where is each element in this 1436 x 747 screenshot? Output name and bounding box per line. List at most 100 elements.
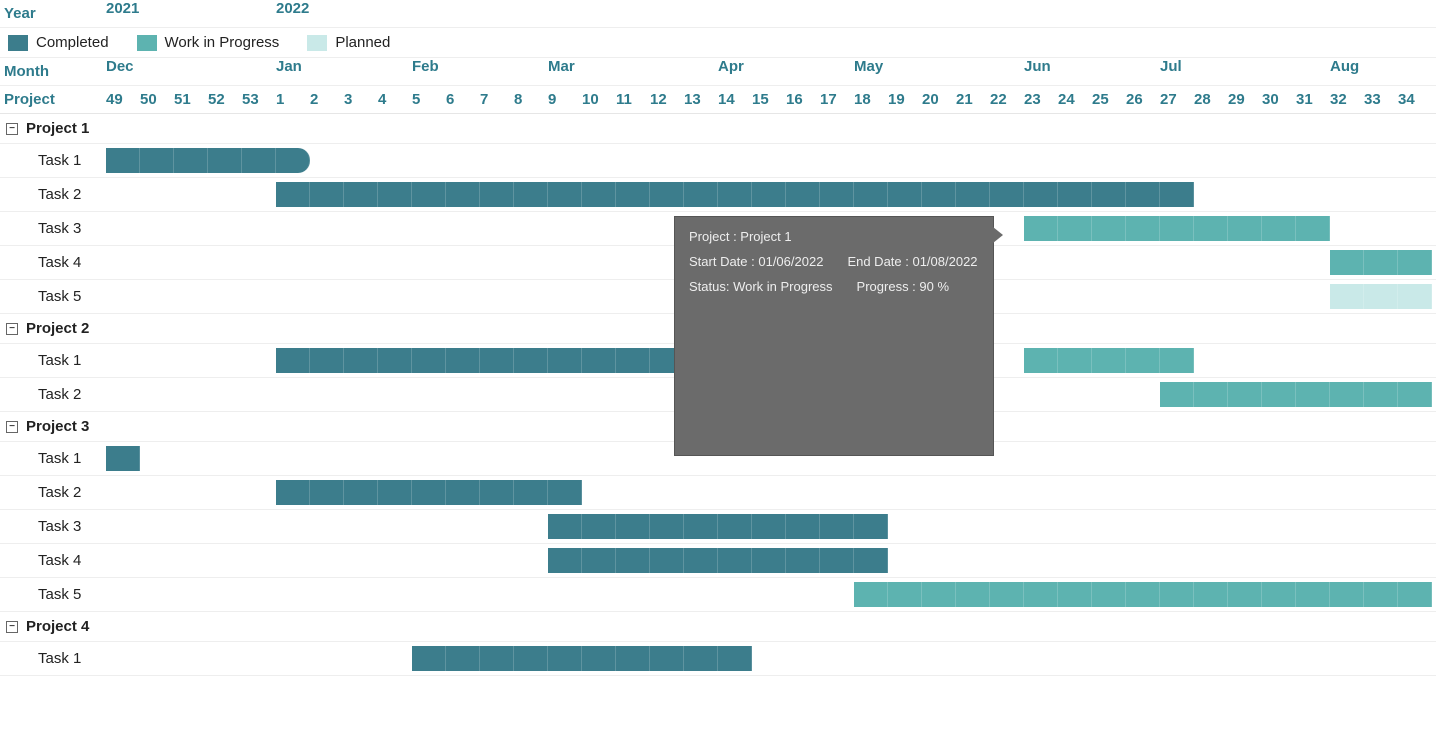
week-number: 10 xyxy=(582,91,616,108)
bar-ticks xyxy=(548,548,887,573)
task-row: Task 3 xyxy=(0,510,1436,544)
week-number: 30 xyxy=(1262,91,1296,108)
bar-ticks xyxy=(276,348,717,373)
collapse-icon[interactable]: − xyxy=(6,421,18,433)
week-number: 12 xyxy=(650,91,684,108)
tooltip-project-line: Project : Project 1 xyxy=(689,229,979,244)
gantt-tooltip: Project : Project 1 Start Date : 01/06/20… xyxy=(674,216,994,456)
bar-ticks xyxy=(412,646,751,671)
legend-swatch xyxy=(137,35,157,51)
week-number: 53 xyxy=(242,91,276,108)
task-row: Task 2 xyxy=(0,476,1436,510)
project-name: Project 3 xyxy=(26,418,89,435)
gantt-bar[interactable] xyxy=(276,480,582,505)
task-bar-area xyxy=(106,144,1436,177)
gantt-bar[interactable] xyxy=(276,182,1194,207)
month-label: May xyxy=(854,58,883,75)
task-bar-area xyxy=(106,178,1436,211)
legend-label: Planned xyxy=(335,34,390,51)
tooltip-end-date: End Date : 01/08/2022 xyxy=(847,254,977,269)
week-number: 21 xyxy=(956,91,990,108)
gantt-bar[interactable] xyxy=(1330,284,1432,309)
project-group-label: −Project 4 xyxy=(0,618,1436,635)
bar-ticks xyxy=(276,480,581,505)
task-label: Task 2 xyxy=(0,378,106,411)
bar-ticks xyxy=(1160,382,1431,407)
bar-ticks xyxy=(1330,284,1431,309)
week-number: 34 xyxy=(1398,91,1432,108)
week-number: 4 xyxy=(378,91,412,108)
gantt-bar[interactable] xyxy=(412,646,752,671)
week-number: 28 xyxy=(1194,91,1228,108)
month-label: Aug xyxy=(1330,58,1359,75)
month-label: Dec xyxy=(106,58,134,75)
collapse-icon[interactable]: − xyxy=(6,123,18,135)
project-name: Project 1 xyxy=(26,120,89,137)
task-row: Task 2 xyxy=(0,178,1436,212)
tooltip-dates-line: Start Date : 01/06/2022End Date : 01/08/… xyxy=(689,254,979,269)
task-label: Task 1 xyxy=(0,344,106,377)
gantt-bar[interactable] xyxy=(276,348,718,373)
gantt-bar[interactable] xyxy=(548,548,888,573)
task-label: Task 1 xyxy=(0,144,106,177)
week-number: 7 xyxy=(480,91,514,108)
collapse-icon[interactable]: − xyxy=(6,621,18,633)
project-name: Project 2 xyxy=(26,320,89,337)
task-label: Task 2 xyxy=(0,476,106,509)
gantt-bar[interactable] xyxy=(854,582,1432,607)
month-label: Jan xyxy=(276,58,302,75)
project-name: Project 4 xyxy=(26,618,89,635)
week-number: 8 xyxy=(514,91,548,108)
gantt-bar[interactable] xyxy=(1160,382,1432,407)
gantt-bar[interactable] xyxy=(548,514,888,539)
bar-ticks xyxy=(1330,250,1431,275)
task-label: Task 1 xyxy=(0,442,106,475)
legend-item: Planned xyxy=(307,34,390,51)
week-number: 14 xyxy=(718,91,752,108)
year-timeline: 20212022 xyxy=(106,0,1436,28)
week-number: 33 xyxy=(1364,91,1398,108)
task-label: Task 5 xyxy=(0,578,106,611)
task-label: Task 1 xyxy=(0,642,106,675)
task-bar-area xyxy=(106,642,1436,675)
year-header-row: Year20212022 xyxy=(0,0,1436,28)
gantt-body: −Project 1Task 1Task 2Task 3Task 4Task 5… xyxy=(0,114,1436,676)
week-number: 3 xyxy=(344,91,378,108)
week-number: 23 xyxy=(1024,91,1058,108)
legend-swatch xyxy=(307,35,327,51)
gantt-bar[interactable] xyxy=(1330,250,1432,275)
week-number: 11 xyxy=(616,91,650,108)
week-number: 20 xyxy=(922,91,956,108)
tooltip-status-line: Status: Work in Progress Progress : 90 % xyxy=(689,279,979,294)
gantt-bar[interactable] xyxy=(106,446,140,471)
week-number: 9 xyxy=(548,91,582,108)
week-number: 32 xyxy=(1330,91,1364,108)
gantt-bar[interactable] xyxy=(1024,348,1194,373)
collapse-icon[interactable]: − xyxy=(6,323,18,335)
tooltip-progress: Progress : 90 % xyxy=(857,279,950,294)
task-label: Task 4 xyxy=(0,246,106,279)
task-bar-area xyxy=(106,510,1436,543)
project-group-row: −Project 1 xyxy=(0,114,1436,144)
legend-row: CompletedWork in ProgressPlanned xyxy=(0,28,1436,58)
task-row: Task 1 xyxy=(0,642,1436,676)
week-number: 1 xyxy=(276,91,310,108)
bar-ticks xyxy=(106,446,139,471)
gantt-bar[interactable] xyxy=(1024,216,1330,241)
week-number: 29 xyxy=(1228,91,1262,108)
task-label: Task 2 xyxy=(0,178,106,211)
week-number: 2 xyxy=(310,91,344,108)
gantt-bar[interactable] xyxy=(106,148,310,173)
task-bar-area xyxy=(106,476,1436,509)
tooltip-status: Status: Work in Progress xyxy=(689,279,833,294)
week-number: 24 xyxy=(1058,91,1092,108)
month-label: Mar xyxy=(548,58,575,75)
bar-ticks xyxy=(106,148,309,173)
legend-item: Work in Progress xyxy=(137,34,280,51)
week-number: 52 xyxy=(208,91,242,108)
year-label: 2022 xyxy=(276,0,309,17)
month-label: Jul xyxy=(1160,58,1182,75)
year-header-label: Year xyxy=(0,2,106,25)
task-row: Task 1 xyxy=(0,144,1436,178)
week-number: 17 xyxy=(820,91,854,108)
